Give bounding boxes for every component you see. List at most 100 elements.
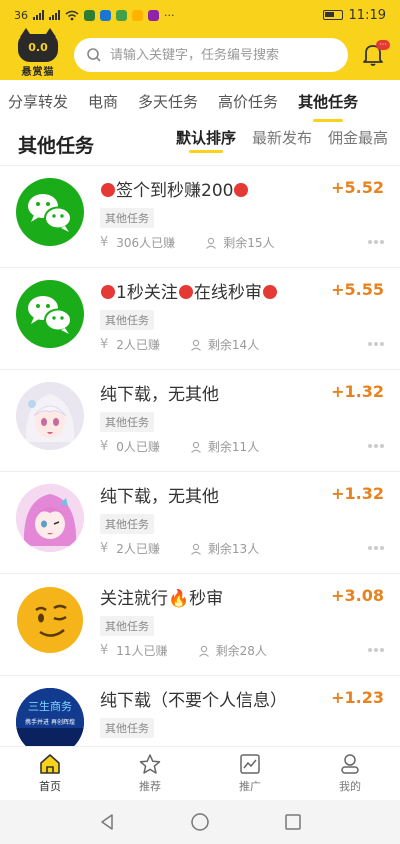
wechat-avatar bbox=[16, 178, 84, 246]
more-options-icon[interactable] bbox=[368, 240, 384, 244]
task-title: 1秒关注 在线秒审 bbox=[100, 278, 278, 303]
wechat-avatar bbox=[16, 280, 84, 348]
search-icon bbox=[87, 48, 101, 62]
banner-slogan: 携手并进 再创辉煌 bbox=[25, 718, 75, 726]
section-header: 其他任务 默认排序 最新发布 佣金最高 bbox=[0, 124, 400, 166]
task-title: 关注就行🔥秒审 bbox=[100, 589, 224, 609]
sort-default[interactable]: 默认排序 bbox=[176, 124, 236, 166]
cat-logo-icon: 0.0 bbox=[18, 28, 58, 62]
task-reward: +1.23 bbox=[331, 688, 384, 707]
tab-high-price[interactable]: 高价任务 bbox=[208, 80, 288, 124]
task-item[interactable]: 关注就行🔥秒审 +3.08 其他任务 ¥ 11人已赚 剩余28人 bbox=[0, 574, 400, 676]
anime-girl-image bbox=[16, 484, 84, 552]
recents-icon[interactable] bbox=[283, 812, 303, 832]
task-category-tag: 其他任务 bbox=[100, 718, 154, 738]
red-dot-icon bbox=[101, 183, 115, 197]
star-icon bbox=[139, 754, 161, 774]
nav-home[interactable]: 首页 bbox=[0, 747, 100, 800]
task-meta: ¥ 0人已赚 剩余11人 bbox=[100, 438, 259, 455]
task-title: 签个到秒赚200 bbox=[100, 176, 249, 201]
task-item[interactable]: 1秒关注 在线秒审 +5.55 其他任务 ¥ 2人已赚 剩余14人 bbox=[0, 268, 400, 370]
tab-other[interactable]: 其他任务 bbox=[288, 80, 368, 124]
red-dot-icon bbox=[262, 285, 277, 299]
app-notification-icon bbox=[132, 9, 143, 21]
search-input[interactable] bbox=[110, 47, 340, 63]
remaining-count: 剩余14人 bbox=[207, 338, 260, 352]
more-options-icon[interactable] bbox=[368, 546, 384, 550]
bottom-nav: 首页 推荐 推广 我的 bbox=[0, 746, 400, 800]
task-title: 纯下载（不要个人信息） bbox=[100, 691, 287, 711]
tab-share[interactable]: 分享转发 bbox=[0, 80, 78, 124]
search-bar[interactable] bbox=[74, 38, 348, 72]
task-category-tag: 其他任务 bbox=[100, 616, 154, 636]
task-reward: +1.32 bbox=[331, 382, 384, 401]
wifi-icon bbox=[65, 10, 79, 20]
nav-promote[interactable]: 推广 bbox=[200, 747, 300, 800]
notification-button[interactable]: ··· bbox=[358, 38, 390, 72]
task-item[interactable]: 纯下载，无其他 +1.32 其他任务 ¥ 2人已赚 剩余13人 bbox=[0, 472, 400, 574]
back-icon[interactable] bbox=[97, 812, 117, 832]
anime-girl-avatar bbox=[16, 484, 84, 552]
home-icon bbox=[40, 754, 60, 774]
task-category-tag: 其他任务 bbox=[100, 514, 154, 534]
more-options-icon[interactable] bbox=[368, 342, 384, 346]
app-name: 悬赏猫 bbox=[21, 67, 55, 78]
task-item[interactable]: 纯下载，无其他 +1.32 其他任务 ¥ 0人已赚 剩余11人 bbox=[0, 370, 400, 472]
task-reward: +5.52 bbox=[331, 178, 384, 197]
red-dot-icon bbox=[101, 285, 115, 299]
nav-recommend[interactable]: 推荐 bbox=[100, 747, 200, 800]
task-meta: ¥ 11人已赚 剩余28人 bbox=[100, 642, 267, 659]
task-item[interactable]: 签个到秒赚200 +5.52 其他任务 ¥ 306人已赚 剩余15人 bbox=[0, 166, 400, 268]
task-meta: ¥ 2人已赚 剩余13人 bbox=[100, 540, 259, 557]
task-reward: +5.55 bbox=[331, 280, 384, 299]
task-category-tag: 其他任务 bbox=[100, 310, 154, 330]
battery-icon bbox=[322, 10, 343, 20]
sort-highest-commission[interactable]: 佣金最高 bbox=[328, 124, 388, 166]
person-icon bbox=[198, 645, 209, 657]
person-icon bbox=[190, 339, 201, 351]
wink-emoji-icon bbox=[17, 587, 83, 653]
person-icon bbox=[190, 441, 201, 453]
nav-profile[interactable]: 我的 bbox=[300, 747, 400, 800]
nav-label: 首页 bbox=[39, 780, 61, 793]
remaining-count: 剩余28人 bbox=[215, 644, 267, 658]
clock: 11:19 bbox=[348, 7, 386, 23]
person-icon bbox=[190, 543, 201, 555]
earned-count: 11人已赚 bbox=[116, 644, 168, 658]
more-options-icon[interactable] bbox=[368, 648, 384, 652]
task-item[interactable]: 三生商务携手并进 再创辉煌 纯下载（不要个人信息） +1.23 其他任务 bbox=[0, 676, 400, 746]
business-banner-image: 三生商务携手并进 再创辉煌 bbox=[16, 688, 84, 746]
user-icon bbox=[341, 754, 359, 774]
category-tabs: 分享转发 电商 多天任务 高价任务 其他任务 bbox=[0, 80, 400, 124]
nav-label: 推广 bbox=[239, 780, 261, 793]
more-options-icon[interactable] bbox=[368, 444, 384, 448]
remaining-count: 剩余15人 bbox=[223, 236, 275, 250]
notification-badge: ··· bbox=[376, 40, 390, 50]
task-title: 纯下载，无其他 bbox=[100, 385, 219, 405]
wink-emoji-avatar bbox=[16, 586, 84, 654]
app-notification-icon bbox=[116, 9, 127, 21]
sort-newest[interactable]: 最新发布 bbox=[252, 124, 312, 166]
earned-count: 306人已赚 bbox=[116, 236, 176, 250]
wechat-icon bbox=[28, 296, 72, 334]
nav-label: 我的 bbox=[339, 780, 361, 793]
earned-count: 2人已赚 bbox=[116, 338, 160, 352]
person-icon bbox=[206, 237, 217, 249]
app-notification-icon bbox=[100, 9, 111, 21]
app-header: 0.0 悬赏猫 ··· bbox=[0, 28, 400, 80]
task-meta: ¥ 306人已赚 剩余15人 bbox=[100, 234, 274, 251]
more-notifications-icon: ··· bbox=[164, 8, 175, 22]
task-category-tag: 其他任务 bbox=[100, 208, 154, 228]
status-bar: 36 ··· 11:19 bbox=[0, 0, 400, 30]
task-title: 纯下载，无其他 bbox=[100, 487, 219, 507]
task-reward: +1.32 bbox=[331, 484, 384, 503]
tab-ecommerce[interactable]: 电商 bbox=[78, 80, 128, 124]
tab-multi-day[interactable]: 多天任务 bbox=[128, 80, 208, 124]
home-circle-icon[interactable] bbox=[190, 812, 210, 832]
remaining-count: 剩余13人 bbox=[207, 542, 260, 556]
section-title: 其他任务 bbox=[18, 135, 95, 157]
yen-icon: ¥ bbox=[100, 541, 109, 556]
banner-title: 三生商务 bbox=[28, 699, 72, 713]
earned-count: 0人已赚 bbox=[116, 440, 160, 454]
anime-girl-avatar bbox=[16, 382, 84, 450]
